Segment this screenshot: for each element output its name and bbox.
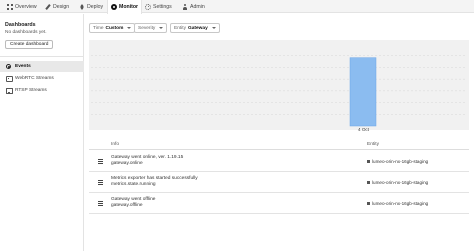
tab-settings-label: Settings: [153, 3, 172, 10]
tab-deploy-label: Deploy: [87, 3, 104, 10]
event-entity-name: lumeo-orin-nx-16gb-staging: [372, 201, 429, 206]
no-dashboards-text: No dashboards yet.: [5, 30, 47, 35]
admin-icon: [182, 3, 188, 10]
event-info: Gateway went offline gateway.offline: [111, 197, 155, 209]
events-chart-svg: [91, 55, 467, 127]
entity-filter-label: Entity: [174, 25, 186, 31]
chevron-down-icon: [211, 27, 216, 29]
sidebar-item-webrtc-streams[interactable]: WebRTC Streams: [0, 73, 84, 84]
time-filter-label: Time: [93, 25, 104, 31]
sidebar-item-rtsp-streams[interactable]: RTSP Streams: [0, 85, 84, 96]
event-type: gateway.offline: [111, 203, 143, 208]
time-filter-value: Custom: [105, 25, 124, 31]
events-table-header: Info Entity: [89, 140, 469, 150]
tab-design[interactable]: Design: [42, 0, 72, 13]
entity-filter-value: Gateway: [188, 25, 208, 31]
tab-admin[interactable]: Admin: [179, 0, 208, 13]
time-filter-select[interactable]: Time Custom: [89, 23, 136, 33]
event-list-icon: [98, 180, 103, 185]
tab-deploy[interactable]: Deploy: [76, 0, 106, 13]
event-entity-name: lumeo-orin-nx-16gb-staging: [372, 159, 429, 164]
event-type: gateway.online: [111, 161, 143, 166]
table-row[interactable]: Gateway went online, ver. 1.19.15 gatewa…: [89, 152, 469, 172]
sidebar-title: Dashboards: [5, 22, 36, 28]
sidebar-item-events[interactable]: Events: [0, 61, 84, 72]
chart-bar[interactable]: [349, 57, 377, 127]
event-entity-name: lumeo-orin-nx-16gb-staging: [372, 180, 429, 185]
sidebar-item-label: WebRTC Streams: [15, 76, 54, 81]
webrtc-icon: [6, 76, 13, 82]
event-entity[interactable]: lumeo-orin-nx-16gb-staging: [367, 159, 428, 164]
event-info: Metrics exporter has started successfull…: [111, 176, 198, 188]
rocket-icon: [79, 4, 85, 10]
event-list-icon: [98, 159, 103, 164]
tab-overview[interactable]: Overview: [4, 0, 40, 13]
severity-filter-select[interactable]: Severity: [134, 23, 168, 33]
column-header-info: Info: [111, 142, 120, 147]
table-row[interactable]: Gateway went offline gateway.offline lum…: [89, 194, 469, 214]
tab-settings[interactable]: Settings: [142, 0, 175, 13]
tab-monitor-label: Monitor: [119, 4, 139, 10]
tab-overview-label: Overview: [15, 3, 37, 10]
gateway-icon: [367, 160, 370, 163]
severity-filter-label: Severity: [138, 25, 156, 31]
entity-filter-select[interactable]: Entity Gateway: [170, 23, 220, 33]
tab-monitor[interactable]: Monitor: [107, 0, 143, 14]
gateway-icon: [367, 202, 370, 205]
sidebar-item-label: RTSP Streams: [15, 88, 47, 93]
event-list-icon: [98, 201, 103, 206]
monitor-icon: [111, 4, 117, 10]
event-type: metrics.state.running: [111, 182, 156, 187]
event-entity[interactable]: lumeo-orin-nx-16gb-staging: [367, 201, 428, 206]
events-chart: 4 Oct: [89, 40, 469, 132]
tab-design-label: Design: [53, 3, 70, 10]
create-dashboard-button[interactable]: Create dashboard: [5, 40, 54, 49]
grid-icon: [7, 3, 13, 10]
gear-icon: [145, 3, 151, 10]
column-header-entity: Entity: [367, 142, 379, 147]
sidebar: Dashboards No dashboards yet. Create das…: [0, 14, 84, 251]
top-navigation: Overview Design Deploy Monitor Settings …: [0, 0, 474, 14]
events-icon: [6, 64, 11, 69]
chevron-down-icon: [159, 27, 164, 29]
rtsp-icon: [6, 88, 13, 94]
table-row[interactable]: Metrics exporter has started successfull…: [89, 173, 469, 193]
event-info: Gateway went online, ver. 1.19.15 gatewa…: [111, 155, 183, 167]
x-tick-label: 4 Oct: [358, 127, 369, 132]
pencil-icon: [45, 4, 51, 10]
sidebar-divider: [0, 56, 84, 57]
tab-admin-label: Admin: [190, 3, 205, 10]
chevron-down-icon: [127, 27, 132, 29]
gateway-icon: [367, 181, 370, 184]
event-entity[interactable]: lumeo-orin-nx-16gb-staging: [367, 180, 428, 185]
sidebar-item-label: Events: [15, 64, 31, 69]
